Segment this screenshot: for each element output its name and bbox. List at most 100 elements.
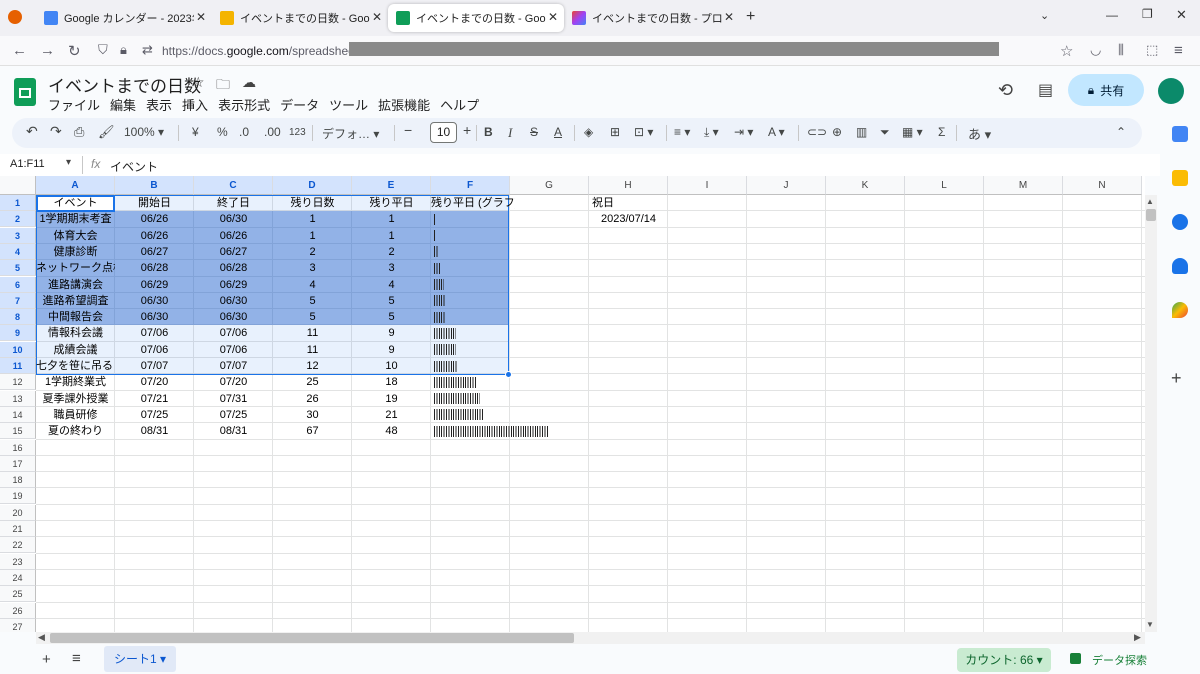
row-header[interactable]: 9 (0, 325, 36, 342)
menu-view[interactable]: 表示 (146, 95, 172, 114)
row-header[interactable]: 22 (0, 537, 36, 554)
event-cell[interactable]: 七夕を笹に吊るし他 (36, 358, 115, 374)
strikethrough-icon[interactable]: S (530, 125, 538, 139)
event-cell[interactable]: ネットワーク点検 (36, 260, 115, 276)
weekdays-cell[interactable]: 9 (352, 325, 431, 341)
weekdays-cell[interactable]: 3 (352, 260, 431, 276)
merge-cells-icon[interactable]: ⊡ ▾ (634, 125, 653, 139)
functions-icon[interactable]: Σ (938, 125, 945, 139)
start-date-cell[interactable]: 06/30 (115, 293, 194, 309)
menu-extensions[interactable]: 拡張機能 (378, 95, 430, 114)
avatar[interactable] (1158, 78, 1184, 104)
redo-icon[interactable]: ↷ (50, 123, 62, 140)
list-tabs-icon[interactable]: ⌄ (1040, 9, 1049, 22)
sheets-logo-icon[interactable] (14, 78, 36, 106)
insert-link-icon[interactable]: ⊂⊃ (807, 125, 827, 139)
row-header[interactable]: 26 (0, 602, 36, 619)
header-cell[interactable]: 終了日 (194, 195, 273, 211)
end-date-cell[interactable]: 06/29 (194, 277, 273, 293)
row-header[interactable]: 27 (0, 618, 36, 632)
column-header[interactable]: C (194, 176, 273, 195)
start-date-cell[interactable]: 06/27 (115, 244, 194, 260)
paint-format-icon[interactable]: 🖌︎ (98, 124, 115, 140)
browser-tab-calendar[interactable]: Google カレンダー - 2023年 6月 2 ✕ (36, 4, 212, 32)
insert-comment-icon[interactable]: ⊕ (832, 125, 842, 139)
column-header[interactable]: I (668, 176, 747, 195)
weekdays-cell[interactable]: 2 (352, 244, 431, 260)
maps-icon[interactable] (1172, 302, 1188, 318)
bookmark-star-icon[interactable]: ☆ (1060, 42, 1073, 60)
column-header[interactable]: K (826, 176, 905, 195)
text-wrap-icon[interactable]: ⇥ ▾ (734, 125, 753, 139)
browser-tab-slides[interactable]: イベントまでの日数 - Google スライ ✕ (212, 4, 388, 32)
forward-icon[interactable]: → (40, 42, 55, 59)
weekdays-cell[interactable]: 19 (352, 391, 431, 407)
row-header[interactable]: 16 (0, 439, 36, 456)
sparkline-cell[interactable] (431, 228, 561, 244)
scroll-up-icon[interactable]: ▲ (1146, 197, 1154, 206)
scroll-right-icon[interactable]: ▶ (1134, 632, 1141, 643)
window-close-icon[interactable]: ✕ (1176, 7, 1187, 23)
column-header[interactable]: F (431, 176, 510, 195)
column-header[interactable]: G (510, 176, 589, 195)
star-icon[interactable]: ☆ (192, 74, 205, 91)
end-date-cell[interactable]: 08/31 (194, 423, 273, 439)
end-date-cell[interactable]: 06/26 (194, 228, 273, 244)
row-header[interactable]: 7 (0, 292, 36, 309)
start-date-cell[interactable]: 06/29 (115, 277, 194, 293)
event-cell[interactable]: 進路希望調査 (36, 293, 115, 309)
start-date-cell[interactable]: 08/31 (115, 423, 194, 439)
insert-chart-icon[interactable]: ▥ (856, 125, 867, 139)
row-header[interactable]: 6 (0, 276, 36, 293)
sparkline-cell[interactable] (431, 423, 561, 439)
sparkline-cell[interactable] (431, 260, 561, 276)
header-cell[interactable]: 祝日 (589, 195, 668, 211)
days-cell[interactable]: 2 (273, 244, 352, 260)
text-rotation-icon[interactable]: A ▾ (768, 125, 785, 139)
header-cell[interactable]: イベント (36, 195, 115, 211)
row-header[interactable]: 13 (0, 390, 36, 407)
weekdays-cell[interactable]: 21 (352, 407, 431, 423)
days-cell[interactable]: 5 (273, 293, 352, 309)
start-date-cell[interactable]: 07/06 (115, 342, 194, 358)
days-cell[interactable]: 26 (273, 391, 352, 407)
filter-icon[interactable]: ⏷ (880, 125, 890, 140)
minimize-icon[interactable]: — (1106, 8, 1118, 22)
browser-tab-sheets[interactable]: イベントまでの日数 - Google スプレ ✕ (388, 4, 564, 32)
sparkline-cell[interactable] (431, 342, 561, 358)
align-horizontal-icon[interactable]: ≡ ▾ (674, 125, 690, 139)
extensions-icon[interactable]: ⬚ (1146, 42, 1158, 58)
add-addon-icon[interactable]: + (1171, 368, 1182, 389)
event-cell[interactable]: 夏の終わり (36, 423, 115, 439)
currency-format-button[interactable]: ¥ (192, 125, 199, 139)
end-date-cell[interactable]: 07/07 (194, 358, 273, 374)
end-date-cell[interactable]: 07/20 (194, 374, 273, 390)
number-format-button[interactable]: 123 (289, 127, 306, 138)
share-button[interactable]: 🔒︎ 共有 (1068, 74, 1144, 106)
align-vertical-icon[interactable]: ⤓ ▾ (704, 125, 719, 140)
print-icon[interactable]: ⎙ (74, 124, 84, 140)
bold-icon[interactable]: B (484, 125, 493, 139)
row-header[interactable]: 25 (0, 586, 36, 603)
select-all-corner[interactable] (0, 176, 36, 195)
event-cell[interactable]: 成績会議 (36, 342, 115, 358)
column-header[interactable]: B (115, 176, 194, 195)
header-cell[interactable]: 残り平日 (352, 195, 431, 211)
menu-data[interactable]: データ (280, 95, 319, 114)
close-tab-icon[interactable]: ✕ (724, 10, 734, 24)
menu-icon[interactable]: ≡ (1174, 42, 1183, 59)
pocket-icon[interactable]: ◡ (1090, 42, 1101, 58)
row-header[interactable]: 24 (0, 569, 36, 586)
italic-icon[interactable]: I (508, 125, 512, 141)
row-header[interactable]: 11 (0, 358, 36, 374)
end-date-cell[interactable]: 06/30 (194, 309, 273, 325)
menu-tools[interactable]: ツール (329, 95, 368, 114)
reload-icon[interactable]: ↻ (68, 42, 81, 60)
browser-tab-project[interactable]: イベントまでの日数 - プロジェクト編 ✕ (564, 4, 740, 32)
event-cell[interactable]: 体育大会 (36, 228, 115, 244)
event-cell[interactable]: 夏季課外授業 (36, 391, 115, 407)
days-cell[interactable]: 25 (273, 374, 352, 390)
horizontal-scroll-thumb[interactable] (50, 633, 574, 643)
end-date-cell[interactable]: 06/27 (194, 244, 273, 260)
start-date-cell[interactable]: 06/26 (115, 228, 194, 244)
